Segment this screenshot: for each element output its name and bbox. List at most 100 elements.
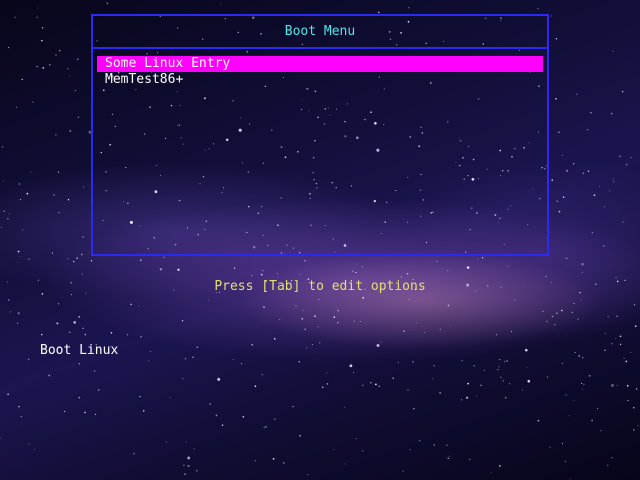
- star: [615, 338, 617, 339]
- star: [564, 460, 566, 462]
- star: [609, 190, 611, 192]
- star: [51, 252, 54, 254]
- star: [392, 377, 394, 379]
- star: [542, 310, 544, 312]
- star: [497, 369, 499, 371]
- star: [55, 54, 57, 56]
- star: [1, 145, 4, 148]
- star: [221, 424, 224, 426]
- star: [8, 213, 10, 215]
- star: [183, 464, 185, 466]
- star: [220, 3, 222, 5]
- star: [613, 181, 615, 183]
- star: [406, 272, 409, 275]
- star: [22, 229, 24, 231]
- star: [633, 304, 636, 306]
- star: [469, 458, 471, 461]
- star: [232, 359, 234, 361]
- star: [337, 321, 339, 324]
- star: [251, 344, 253, 346]
- star: [607, 316, 609, 318]
- star: [448, 455, 450, 457]
- star: [58, 212, 60, 214]
- star: [261, 269, 264, 272]
- star: [3, 210, 5, 212]
- star: [362, 296, 365, 299]
- star: [67, 198, 70, 201]
- star: [29, 171, 31, 173]
- boot-entry-some-linux[interactable]: Some Linux Entry: [97, 56, 543, 72]
- star: [32, 101, 34, 103]
- star: [446, 444, 448, 446]
- star: [16, 106, 18, 108]
- star: [304, 260, 306, 262]
- star: [556, 312, 558, 314]
- star: [272, 458, 275, 460]
- star: [33, 448, 35, 450]
- star: [355, 271, 357, 274]
- star: [514, 299, 516, 301]
- star: [581, 356, 584, 359]
- star: [319, 342, 321, 344]
- star: [413, 408, 415, 410]
- star: [611, 457, 613, 459]
- star: [77, 58, 79, 61]
- star: [67, 67, 69, 70]
- star: [163, 256, 165, 259]
- star: [572, 163, 575, 165]
- star: [302, 310, 304, 311]
- star: [41, 333, 43, 336]
- star: [78, 316, 80, 318]
- star: [177, 268, 180, 271]
- star: [273, 337, 276, 340]
- star: [593, 194, 596, 197]
- star: [69, 129, 72, 133]
- star: [42, 67, 45, 69]
- star: [555, 98, 557, 100]
- star: [551, 179, 553, 181]
- star: [306, 347, 308, 349]
- star: [67, 258, 69, 260]
- star: [603, 245, 605, 247]
- star: [63, 410, 66, 413]
- star: [17, 250, 20, 253]
- boot-entry-list: Some Linux Entry MemTest86+: [97, 56, 543, 88]
- star: [14, 16, 16, 18]
- star: [76, 257, 78, 260]
- star: [77, 116, 80, 119]
- star: [94, 413, 97, 415]
- star: [378, 385, 380, 387]
- star: [140, 335, 142, 338]
- star: [424, 332, 426, 334]
- star: [599, 186, 600, 188]
- star: [18, 183, 21, 185]
- star: [615, 277, 617, 279]
- star: [619, 343, 622, 346]
- star: [97, 389, 100, 391]
- star: [581, 262, 584, 266]
- star: [495, 334, 497, 336]
- star: [240, 362, 243, 365]
- selected-entry-status: Boot Linux: [40, 343, 119, 358]
- star: [432, 378, 433, 380]
- star: [41, 27, 44, 29]
- star: [574, 352, 576, 354]
- star: [260, 273, 263, 276]
- star: [8, 299, 10, 301]
- star: [483, 369, 486, 372]
- star: [612, 178, 614, 180]
- star: [556, 200, 559, 203]
- boot-entry-memtest[interactable]: MemTest86+: [97, 72, 543, 88]
- star: [436, 260, 438, 262]
- star: [408, 298, 410, 300]
- star: [326, 383, 329, 385]
- star: [565, 394, 567, 396]
- star: [591, 231, 593, 234]
- star: [17, 312, 20, 315]
- star: [581, 388, 583, 390]
- star: [142, 410, 145, 412]
- star: [503, 361, 505, 363]
- star: [304, 328, 306, 330]
- star: [450, 325, 452, 327]
- star: [521, 389, 523, 391]
